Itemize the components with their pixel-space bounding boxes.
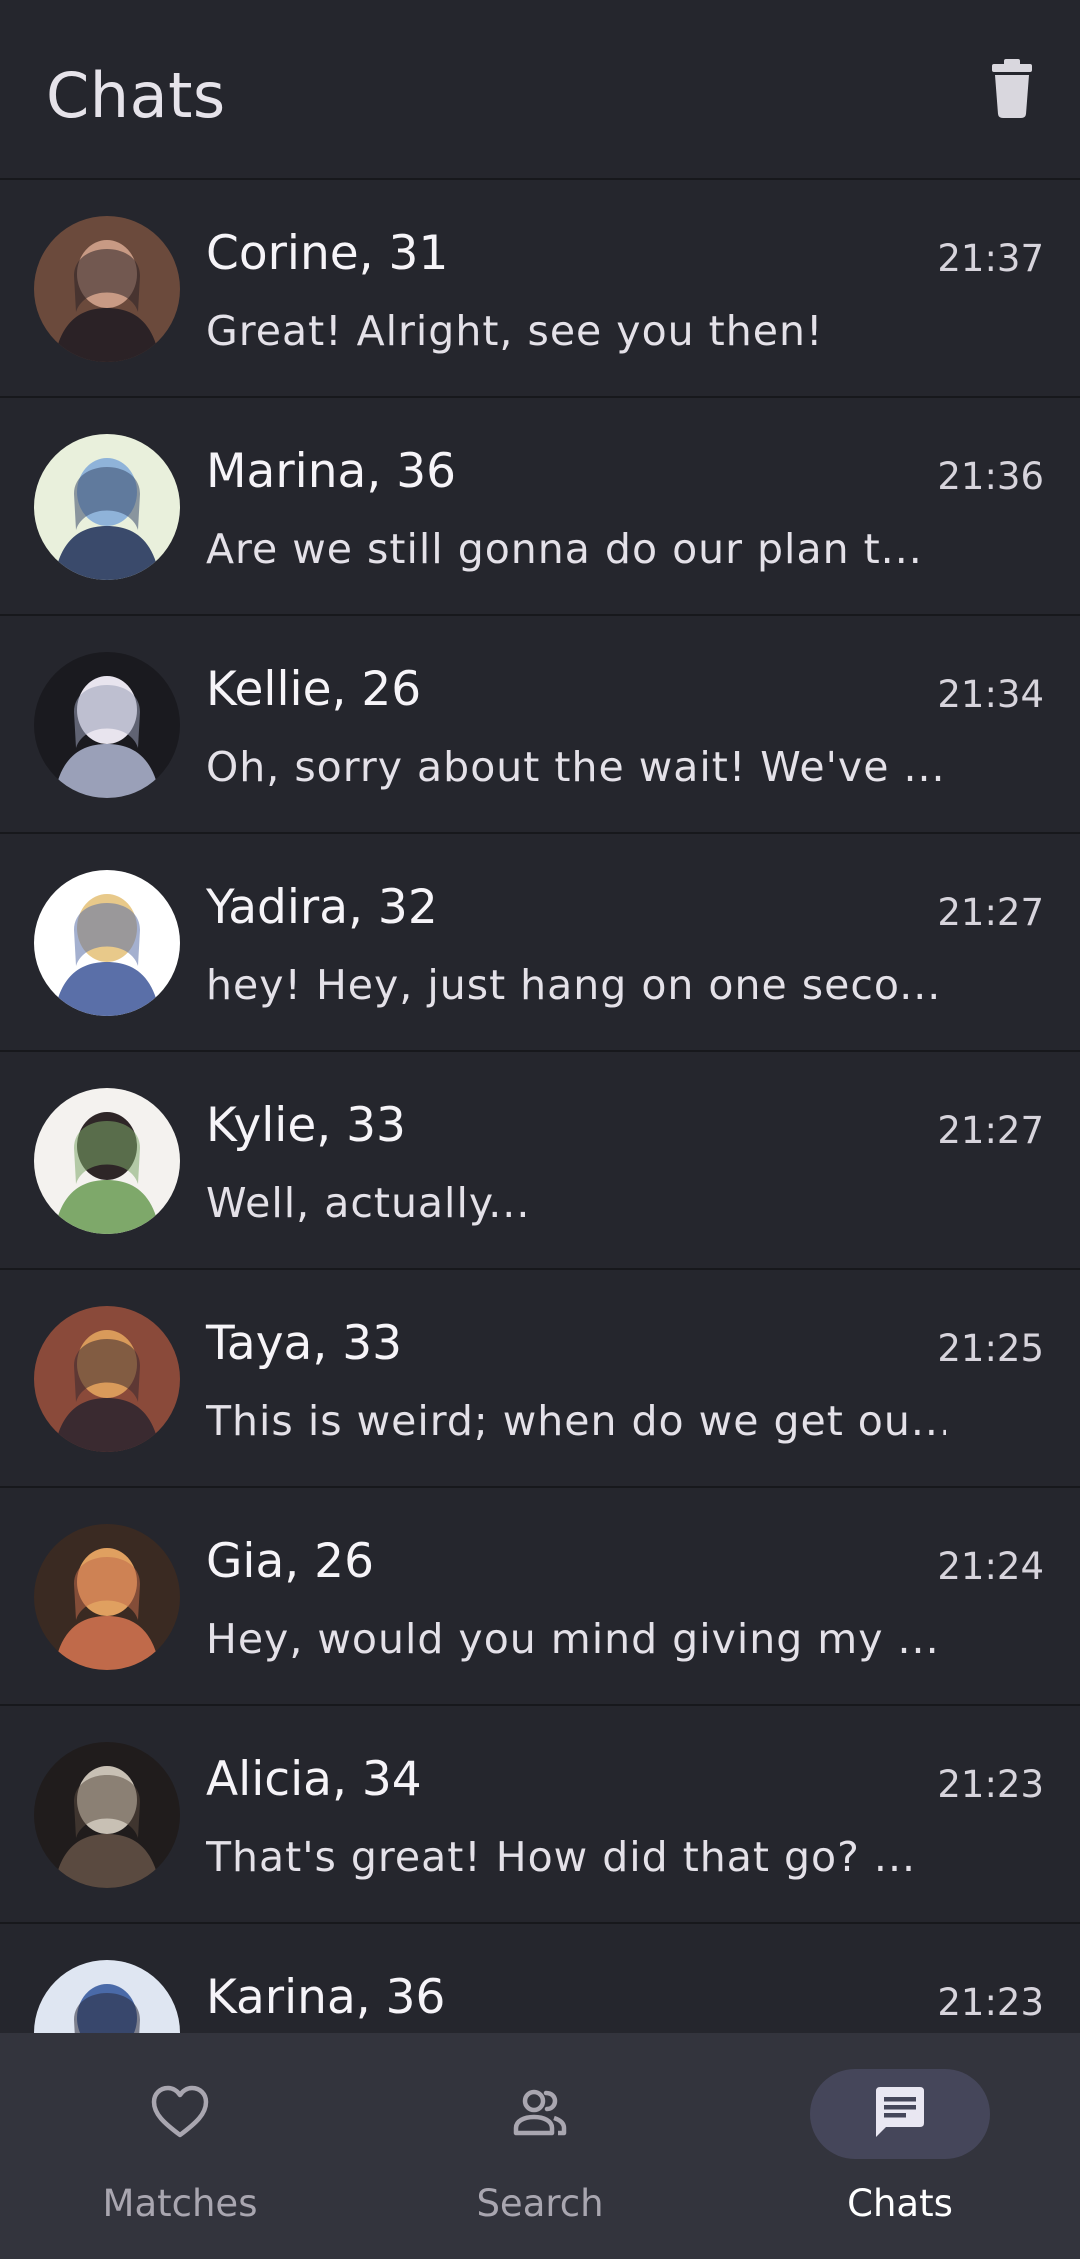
chat-time: 21:36 [937, 455, 1044, 498]
chat-last-message: Are we still gonna do our plan t... [206, 525, 923, 573]
chat-row[interactable]: Kylie, 33 21:27 Well, actually... [0, 1052, 1080, 1270]
delete-chats-button[interactable] [980, 56, 1044, 120]
chat-list[interactable]: Corine, 31 21:37 Great! Alright, see you t… [0, 180, 1080, 2033]
avatar[interactable] [34, 1524, 180, 1670]
chat-last-message: Hey, would you mind giving my ... [206, 1615, 940, 1663]
chat-time: 21:37 [937, 237, 1044, 280]
chat-last-message: That's great! How did that go? ... [206, 1833, 917, 1881]
avatar[interactable] [34, 870, 180, 1016]
chat-time: 21:27 [937, 891, 1044, 934]
chat-name: Corine, 31 [206, 226, 449, 281]
chat-last-message: Well, actually... [206, 1179, 531, 1227]
chat-name: Yadira, 32 [206, 880, 438, 935]
chat-time: 21:23 [937, 1763, 1044, 1806]
nav-search[interactable]: Search [360, 2033, 720, 2259]
bottom-navigation: Matches Search Chats [0, 2033, 1080, 2259]
chat-name: Gia, 26 [206, 1534, 374, 1589]
avatar[interactable] [34, 1088, 180, 1234]
chat-name: Kellie, 26 [206, 662, 422, 717]
avatar[interactable] [34, 652, 180, 798]
chat-row[interactable]: Karina, 36 21:23 [0, 1924, 1080, 2033]
chat-row[interactable]: Marina, 36 21:36 Are we still gonna do our… [0, 398, 1080, 616]
nav-label-matches: Matches [102, 2182, 258, 2225]
chat-row[interactable]: Gia, 26 21:24 Hey, would you mind giving m… [0, 1488, 1080, 1706]
avatar[interactable] [34, 1742, 180, 1888]
chat-row[interactable]: Alicia, 34 21:23 That's great! How did tha… [0, 1706, 1080, 1924]
avatar[interactable] [34, 216, 180, 362]
trash-icon [992, 59, 1032, 118]
nav-label-chats: Chats [847, 2182, 953, 2225]
chat-last-message: hey! Hey, just hang on one seco... [206, 961, 942, 1009]
avatar[interactable] [34, 1960, 180, 2033]
chat-time: 21:23 [937, 1981, 1044, 2024]
people-icon [513, 2089, 567, 2136]
chat-row[interactable]: Corine, 31 21:37 Great! Alright, see you t… [0, 180, 1080, 398]
chat-last-message: Great! Alright, see you then! [206, 307, 824, 355]
chat-name: Taya, 33 [206, 1316, 403, 1371]
page-title: Chats [46, 59, 226, 132]
chat-time: 21:24 [937, 1545, 1044, 1588]
chat-name: Karina, 36 [206, 1970, 446, 2025]
chat-last-message: This is weird; when do we get ou... [206, 1397, 946, 1445]
chat-row[interactable]: Yadira, 32 21:27 hey! Hey, just hang on on… [0, 834, 1080, 1052]
nav-label-search: Search [476, 2182, 604, 2225]
chat-time: 21:27 [937, 1109, 1044, 1152]
avatar[interactable] [34, 1306, 180, 1452]
chat-row[interactable]: Kellie, 26 21:34 Oh, sorry about the wait!… [0, 616, 1080, 834]
chat-time: 21:25 [937, 1327, 1044, 1370]
chat-last-message: Oh, sorry about the wait! We've ... [206, 743, 946, 791]
chat-name: Kylie, 33 [206, 1098, 406, 1153]
nav-chats[interactable]: Chats [720, 2033, 1080, 2259]
chat-row[interactable]: Taya, 33 21:25 This is weird; when do we g… [0, 1270, 1080, 1488]
heart-icon [151, 2085, 209, 2138]
nav-matches[interactable]: Matches [0, 2033, 360, 2259]
chat-icon [876, 2087, 924, 2137]
avatar[interactable] [34, 434, 180, 580]
chat-name: Alicia, 34 [206, 1752, 422, 1807]
chat-time: 21:34 [937, 673, 1044, 716]
app-header: Chats [0, 0, 1080, 180]
chat-name: Marina, 36 [206, 444, 457, 499]
